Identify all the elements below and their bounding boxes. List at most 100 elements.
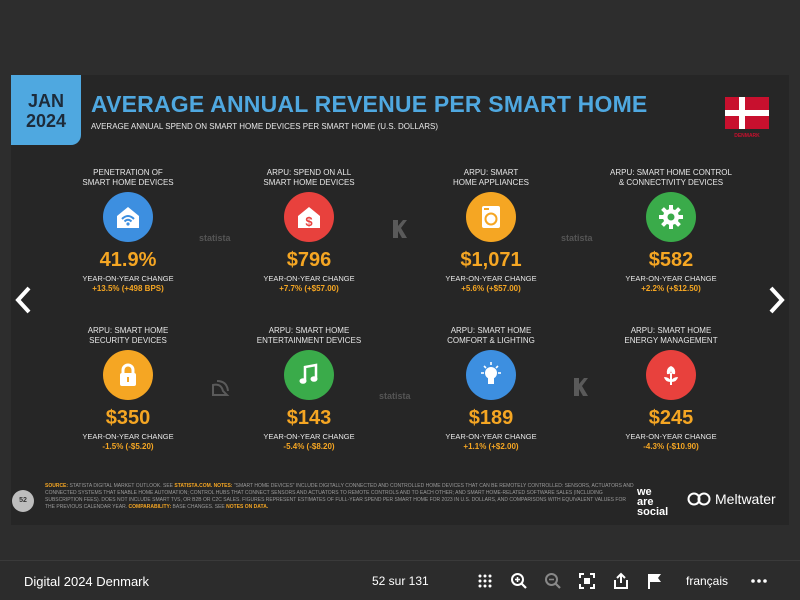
grid-view-button[interactable]: [475, 571, 495, 591]
next-slide-button[interactable]: [764, 284, 788, 316]
grid-icon: [478, 574, 492, 588]
presentation-viewer: JAN 2024 AVERAGE ANNUAL REVENUE PER SMAR…: [0, 0, 800, 600]
chevron-right-icon: [769, 286, 785, 314]
more-options-button[interactable]: [749, 571, 769, 591]
metric-value: $143: [286, 407, 332, 429]
metric-change-value: -4.3% (-$10.90): [643, 442, 699, 451]
metric-label: ARPU: SMART HOME ENERGY MANAGEMENT: [624, 326, 718, 345]
metric-value: $189: [468, 407, 514, 429]
date-year: 2024: [25, 111, 67, 131]
zoom-in-icon: [511, 573, 527, 589]
metric-card-all-devices: ARPU: SPEND ON ALL SMART HOME DEVICES $ …: [234, 168, 384, 294]
metric-change-label: YEAR-ON-YEAR CHANGE: [445, 274, 537, 283]
metric-label: PENETRATION OF SMART HOME DEVICES: [82, 168, 174, 187]
metric-value: $245: [648, 407, 694, 429]
slide-title: AVERAGE ANNUAL REVENUE PER SMART HOME: [91, 91, 648, 117]
metric-card-comfort: ARPU: SMART HOME COMFORT & LIGHTING $189…: [416, 326, 566, 452]
music-note-icon: [284, 350, 334, 400]
metric-label: ARPU: SMART HOME COMFORT & LIGHTING: [447, 326, 535, 345]
viewer-toolbar: Digital 2024 Denmark 52 sur 131 français: [0, 560, 800, 600]
comparability-label: COMPARABILITY:: [128, 504, 172, 510]
metric-label: ARPU: SMART HOME CONTROL & CONNECTIVITY …: [610, 168, 732, 187]
meltwater-logo: Meltwater: [687, 491, 776, 507]
zoom-out-button[interactable]: [543, 571, 563, 591]
fullscreen-button[interactable]: [577, 571, 597, 591]
metric-value: 41.9%: [99, 249, 157, 271]
metric-change-value: +1.1% (+$2.00): [463, 442, 519, 451]
metric-value: $582: [648, 249, 694, 271]
page-counter: 52 sur 131: [372, 574, 429, 588]
slide-footnote: SOURCE: STATISTA DIGITAL MARKET OUTLOOK.…: [45, 483, 635, 511]
metric-label: ARPU: SPEND ON ALL SMART HOME DEVICES: [263, 168, 355, 187]
date-month: JAN: [27, 91, 64, 111]
metric-value: $1,071: [460, 249, 522, 271]
metric-change-value: -1.5% (-$5.20): [102, 442, 154, 451]
metric-card-appliances: ARPU: SMART HOME APPLIANCES $1,071 YEAR-…: [416, 168, 566, 294]
svg-text:$: $: [305, 214, 313, 229]
wifi-house-icon: [103, 192, 153, 242]
datareportal-logo-icon: [212, 380, 230, 396]
date-badge: JAN 2024: [11, 75, 81, 145]
slide-page-number: 52: [12, 490, 34, 512]
kepios-logo-icon: [574, 378, 588, 396]
slide-subtitle: AVERAGE ANNUAL SPEND ON SMART HOME DEVIC…: [91, 122, 439, 131]
source-label: SOURCE:: [45, 483, 69, 489]
notes-on-data-link[interactable]: NOTES ON DATA.: [226, 504, 268, 510]
fullscreen-icon: [579, 573, 595, 589]
meltwater-text: Meltwater: [715, 491, 776, 507]
metric-label: ARPU: SMART HOME APPLIANCES: [452, 168, 530, 187]
statista-watermark: statista: [561, 233, 593, 243]
gear-icon: [646, 192, 696, 242]
share-icon: [614, 572, 628, 589]
flag-icon: [648, 574, 661, 589]
metric-value: $350: [105, 407, 151, 429]
metric-card-security: ARPU: SMART HOME SECURITY DEVICES $350 Y…: [53, 326, 203, 452]
light-bulb-icon: [466, 350, 516, 400]
metric-change-value: +13.5% (+498 BPS): [92, 284, 164, 293]
statista-watermark: statista: [199, 233, 231, 243]
metric-change-label: YEAR-ON-YEAR CHANGE: [445, 432, 537, 441]
metric-change-label: YEAR-ON-YEAR CHANGE: [625, 274, 717, 283]
source-link[interactable]: STATISTA.COM.: [174, 483, 212, 489]
country-label: DENMARK: [734, 133, 760, 139]
metric-change-value: +5.6% (+$57.00): [461, 284, 521, 293]
metric-change-value: +2.2% (+$12.50): [641, 284, 701, 293]
kepios-logo-icon: [393, 220, 407, 238]
zoom-out-icon: [545, 573, 561, 589]
prev-slide-button[interactable]: [12, 284, 36, 316]
metric-change-label: YEAR-ON-YEAR CHANGE: [82, 274, 174, 283]
slide: JAN 2024 AVERAGE ANNUAL REVENUE PER SMAR…: [11, 75, 789, 525]
metric-card-energy: ARPU: SMART HOME ENERGY MANAGEMENT $245 …: [596, 326, 746, 452]
metric-label: ARPU: SMART HOME SECURITY DEVICES: [87, 326, 169, 345]
document-title: Digital 2024 Denmark: [24, 574, 150, 589]
source-text: STATISTA DIGITAL MARKET OUTLOOK. SEE: [69, 483, 173, 489]
we-are-social-logo: we are social: [637, 487, 669, 518]
metric-change-label: YEAR-ON-YEAR CHANGE: [263, 274, 355, 283]
report-button[interactable]: [645, 571, 665, 591]
metric-change-label: YEAR-ON-YEAR CHANGE: [82, 432, 174, 441]
washing-machine-icon: [466, 192, 516, 242]
metric-change-value: +7.7% (+$57.00): [279, 284, 339, 293]
metric-change-label: YEAR-ON-YEAR CHANGE: [263, 432, 355, 441]
metric-card-entertainment: ARPU: SMART HOME ENTERTAINMENT DEVICES $…: [234, 326, 384, 452]
brand-word: social: [637, 506, 669, 518]
statista-watermark: statista: [379, 391, 411, 401]
notes-label: NOTES:: [213, 483, 233, 489]
plant-icon: [646, 350, 696, 400]
metric-change-value: -5.4% (-$8.20): [283, 442, 335, 451]
metric-change-label: YEAR-ON-YEAR CHANGE: [625, 432, 717, 441]
metric-card-control: ARPU: SMART HOME CONTROL & CONNECTIVITY …: [596, 168, 746, 294]
zoom-in-button[interactable]: [509, 571, 529, 591]
meltwater-mark-icon: [687, 492, 711, 506]
metric-label: ARPU: SMART HOME ENTERTAINMENT DEVICES: [256, 326, 362, 345]
share-button[interactable]: [611, 571, 631, 591]
comparability-text: BASE CHANGES. SEE: [172, 504, 225, 510]
language-selector[interactable]: français: [686, 574, 728, 588]
metric-value: $796: [286, 249, 332, 271]
dollar-house-icon: $: [284, 192, 334, 242]
metric-card-penetration: PENETRATION OF SMART HOME DEVICES 41.9% …: [53, 168, 203, 294]
more-icon: [751, 579, 767, 583]
chevron-left-icon: [15, 286, 31, 314]
denmark-flag-icon: [725, 97, 769, 129]
lock-icon: [103, 350, 153, 400]
